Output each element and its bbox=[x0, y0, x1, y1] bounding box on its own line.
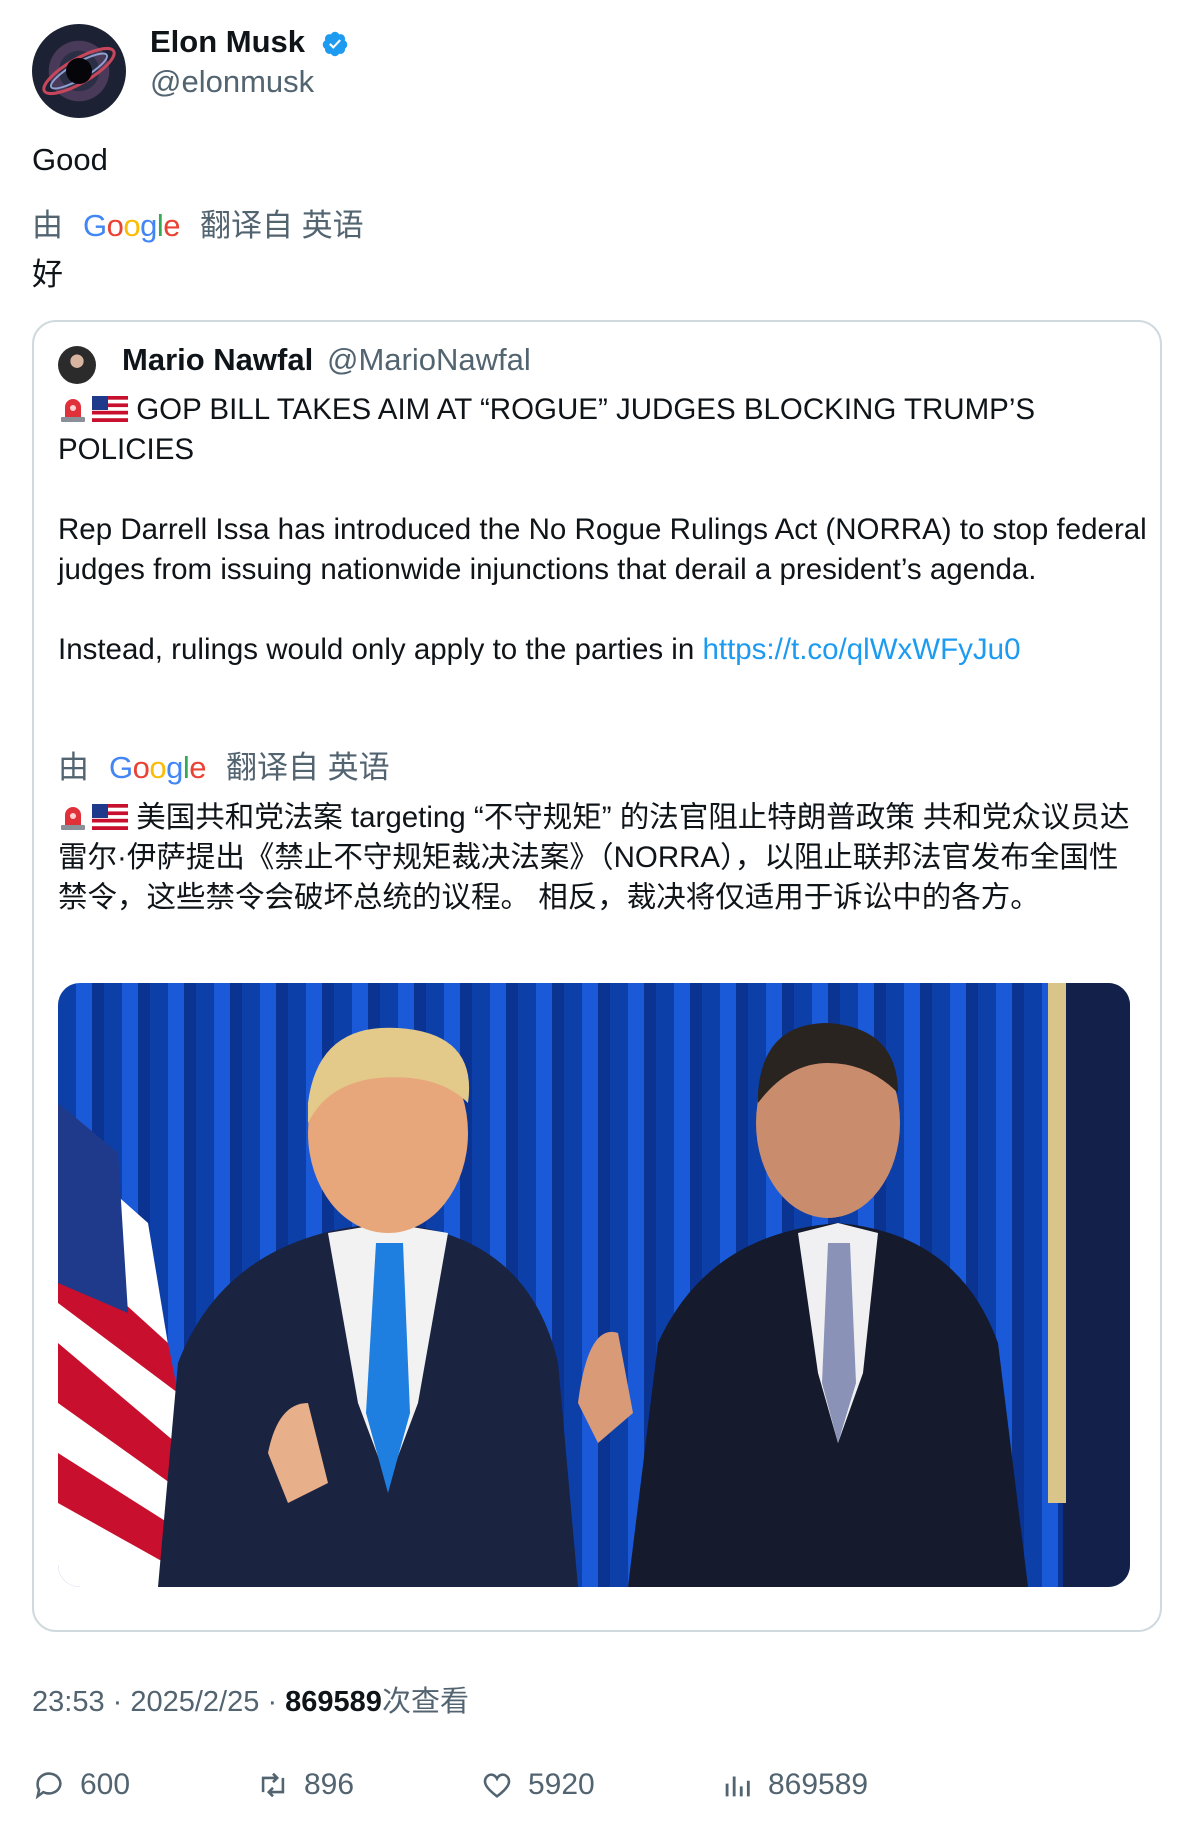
retweet-button[interactable]: 896 bbox=[256, 1768, 354, 1802]
heart-icon bbox=[483, 1773, 511, 1798]
quote-paragraph-2-text: Instead, rulings would only apply to the… bbox=[58, 633, 703, 666]
tweet-views-label: 次查看 bbox=[381, 1686, 469, 1718]
retweet-icon bbox=[261, 1772, 285, 1798]
quote-headline-text: GOP BILL TAKES AIM AT “ROGUE” JUDGES BLO… bbox=[58, 393, 1036, 466]
quote-author-handle[interactable]: @MarioNawfal bbox=[327, 340, 531, 380]
author-avatar[interactable] bbox=[32, 24, 126, 118]
views-button[interactable]: 869589 bbox=[720, 1768, 868, 1802]
person-right bbox=[578, 1023, 1028, 1587]
retweet-count: 896 bbox=[304, 1768, 355, 1801]
person-left bbox=[158, 1027, 578, 1587]
action-bar: 600 896 5920 869589 bbox=[32, 1768, 1162, 1808]
translated-text: 好 bbox=[32, 257, 63, 292]
reply-count: 600 bbox=[80, 1768, 131, 1801]
tweet-views-count: 869589 bbox=[285, 1686, 382, 1718]
quote-translated-text-content: 美国共和党法案 targeting “不守规矩” 的法官阻止特朗普政策 共和党众… bbox=[58, 801, 1130, 914]
meta-separator: · bbox=[267, 1686, 286, 1718]
tweet-meta: 23:53 · 2025/2/25 · 869589次查看 bbox=[32, 1682, 469, 1722]
quote-translation-by-label: 由 bbox=[58, 750, 89, 785]
quote-translated-text: 美国共和党法案 targeting “不守规矩” 的法官阻止特朗普政策 共和党众… bbox=[58, 798, 1138, 918]
tweet-date[interactable]: 2025/2/25 bbox=[130, 1686, 259, 1718]
us-flag-icon bbox=[92, 804, 128, 830]
translation-by-label: 由 bbox=[32, 208, 63, 243]
views-count: 869589 bbox=[768, 1768, 869, 1801]
like-count: 5920 bbox=[528, 1768, 595, 1801]
reply-icon bbox=[35, 1772, 62, 1800]
author-name[interactable]: Elon Musk bbox=[150, 22, 305, 62]
reply-button[interactable]: 600 bbox=[32, 1768, 130, 1802]
siren-icon bbox=[61, 399, 85, 422]
translation-source-label: 翻译自 英语 bbox=[200, 208, 364, 243]
us-flag-icon bbox=[92, 396, 128, 422]
quote-paragraph-2: Instead, rulings would only apply to the… bbox=[58, 630, 1148, 670]
quote-headline: GOP BILL TAKES AIM AT “ROGUE” JUDGES BLO… bbox=[58, 390, 1148, 470]
quote-paragraph-1: Rep Darrell Issa has introduced the No R… bbox=[58, 513, 1147, 586]
analytics-icon bbox=[725, 1776, 750, 1797]
quote-body: GOP BILL TAKES AIM AT “ROGUE” JUDGES BLO… bbox=[58, 390, 1148, 670]
verified-badge-icon bbox=[322, 31, 348, 57]
quote-translation-source-label: 翻译自 英语 bbox=[226, 750, 390, 785]
quote-media-photo[interactable] bbox=[58, 983, 1130, 1587]
quote-author-name[interactable]: Mario Nawfal bbox=[122, 340, 313, 380]
quote-translation-attribution[interactable]: 由 Google 翻译自 英语 bbox=[58, 748, 390, 788]
google-logo: Google bbox=[83, 208, 181, 243]
meta-separator: · bbox=[112, 1686, 131, 1718]
author-handle[interactable]: @elonmusk bbox=[150, 62, 314, 102]
like-button[interactable]: 5920 bbox=[480, 1768, 595, 1802]
translation-attribution[interactable]: 由 Google 翻译自 英语 bbox=[32, 206, 364, 246]
tweet-text: Good bbox=[32, 142, 108, 177]
siren-icon bbox=[61, 807, 85, 830]
tweet-time[interactable]: 23:53 bbox=[32, 1686, 105, 1718]
quote-author-avatar[interactable] bbox=[58, 346, 96, 384]
quote-google-logo: Google bbox=[109, 750, 207, 785]
quote-link[interactable]: https://t.co/qlWxWFyJu0 bbox=[702, 633, 1020, 666]
